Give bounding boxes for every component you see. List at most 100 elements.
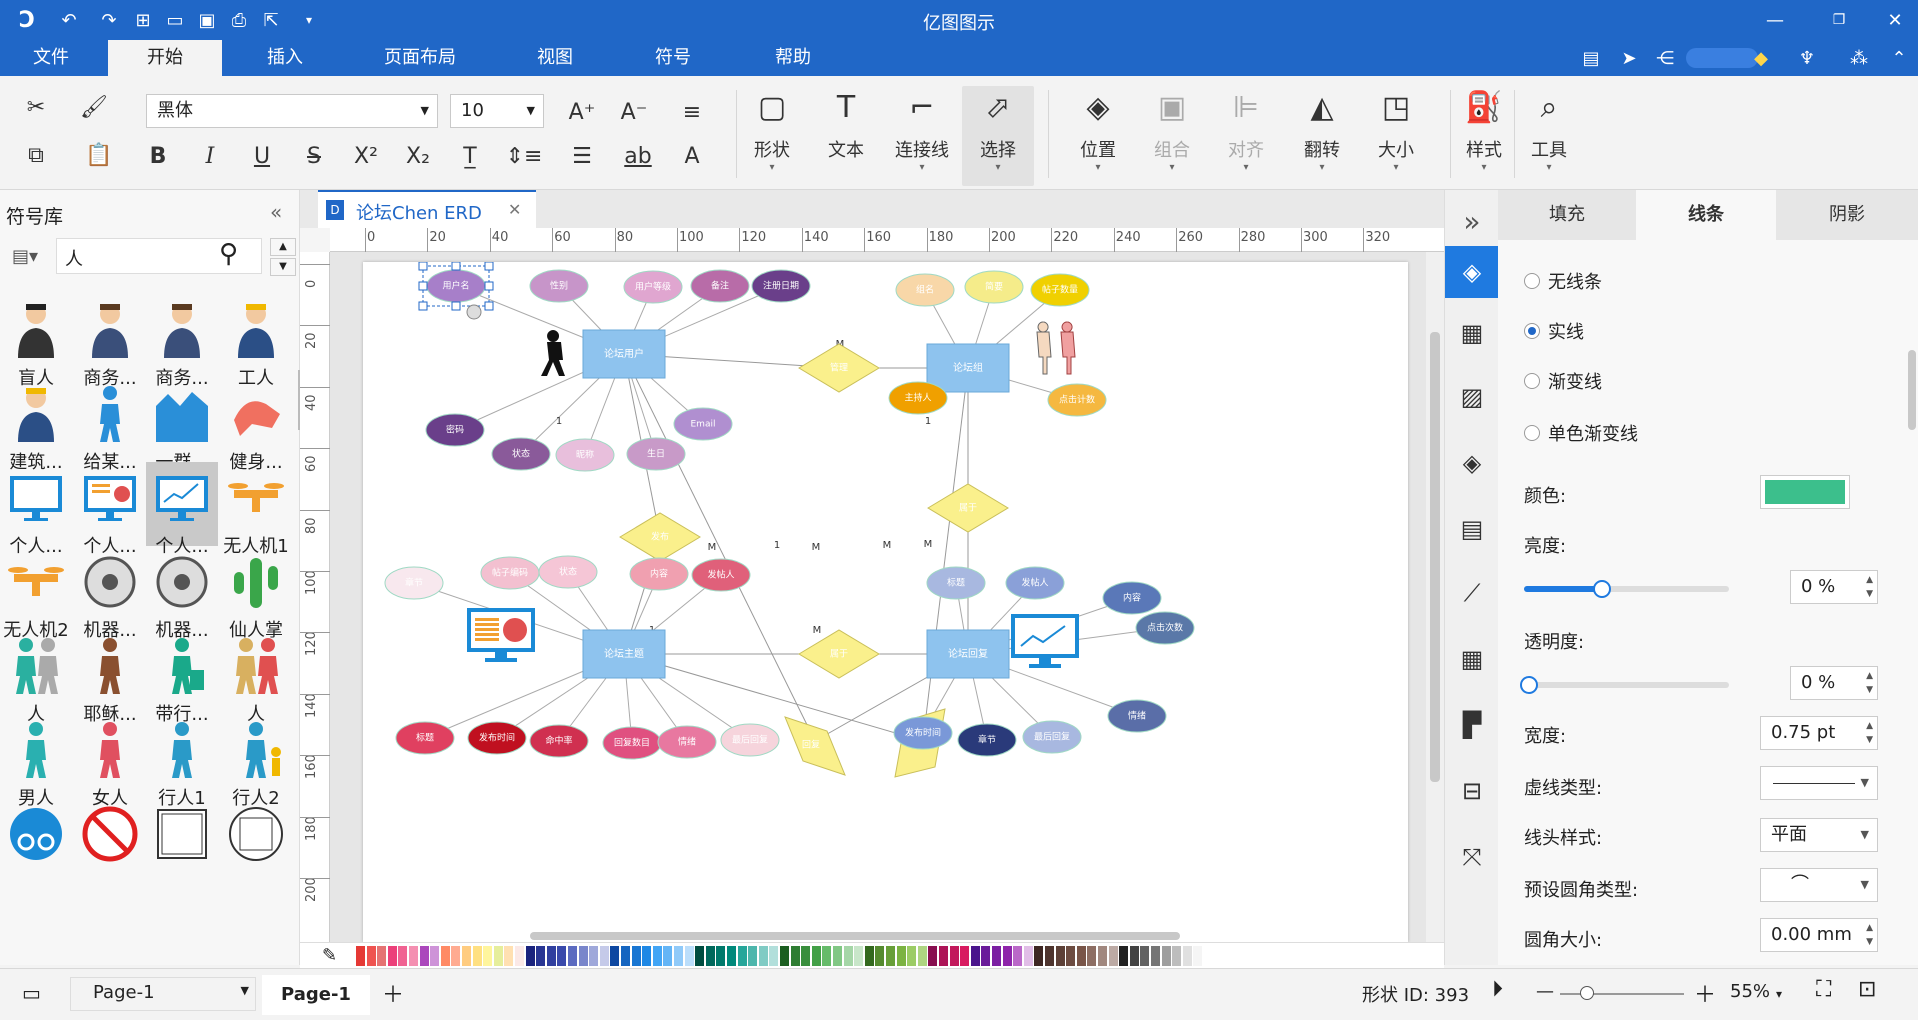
palette-swatch[interactable]	[737, 946, 747, 966]
symbol-worker[interactable]: 建筑...	[0, 378, 72, 473]
symbol-luggage[interactable]: 带行...	[146, 630, 218, 725]
cut-icon[interactable]: ✂	[16, 88, 56, 126]
symbol-robot[interactable]: 机器...	[146, 546, 218, 641]
palette-swatch[interactable]	[833, 946, 842, 966]
pen-icon[interactable]: ✎	[322, 945, 337, 966]
chart-icon[interactable]: ⟋	[1451, 572, 1493, 614]
symbol-couple[interactable]: 人	[0, 630, 72, 725]
resize-handle[interactable]	[418, 281, 428, 291]
menu-view[interactable]: 视图	[520, 40, 590, 76]
font-color-icon[interactable]: ab	[616, 138, 660, 174]
palette-swatch[interactable]	[716, 946, 726, 966]
palette-swatch[interactable]	[1108, 946, 1118, 966]
zoom-level[interactable]: 55%	[1730, 981, 1770, 1002]
search-icon[interactable]: ⚲	[219, 239, 238, 269]
radio-mono-gradient-line[interactable]: 单色渐变线	[1524, 420, 1638, 446]
transparency-input[interactable]: 0 % ▲ ▼	[1790, 666, 1878, 700]
tools-tool[interactable]: ⌕ 工具 ▾	[1514, 86, 1584, 186]
library-search-input[interactable]: 人 ⚲	[56, 238, 262, 274]
table-icon[interactable]: ▦	[1451, 638, 1493, 680]
erd-diagram[interactable]: 1M1M1MMM1M1M论坛用户论坛组论坛主题论坛回复管理发布属于回复发表属于用…	[363, 233, 1408, 942]
palette-swatch[interactable]	[1172, 946, 1182, 966]
palette-swatch[interactable]	[568, 946, 577, 966]
menu-home[interactable]: 开始	[108, 40, 222, 76]
vertical-ruler[interactable]: 0 20 40 60 80 100 120 140 160 180 200	[300, 252, 330, 942]
palette-swatch[interactable]	[387, 946, 397, 966]
palette-swatch[interactable]	[960, 946, 970, 966]
align-tool[interactable]: ⊫ 对齐 ▾	[1210, 86, 1282, 186]
menu-symbol[interactable]: 符号	[638, 40, 708, 76]
palette-swatch[interactable]	[1129, 946, 1139, 966]
palette-swatch[interactable]	[917, 946, 927, 966]
palette-swatch[interactable]	[642, 946, 652, 966]
palette-swatch[interactable]	[1087, 946, 1097, 966]
close-tab-icon[interactable]: ✕	[508, 200, 521, 219]
cap-style-select[interactable]: 平面 ▼	[1760, 818, 1878, 852]
symbol-monitor-line[interactable]: 个人...	[146, 462, 218, 557]
palette-swatch[interactable]	[875, 946, 885, 966]
apps-icon[interactable]: ⁂	[1846, 45, 1872, 71]
palette-swatch[interactable]	[843, 946, 853, 966]
palette-swatch[interactable]	[515, 946, 524, 966]
position-tool[interactable]: ◈ 位置 ▾	[1062, 86, 1134, 186]
palette-swatch[interactable]	[684, 946, 694, 966]
share-icon[interactable]: ⋲	[1652, 45, 1678, 71]
tab-fill[interactable]: 填充	[1498, 190, 1636, 240]
format-painter-icon[interactable]: 🖌	[74, 88, 114, 126]
palette-swatch[interactable]	[409, 946, 418, 966]
palette-swatch[interactable]	[705, 946, 715, 966]
symbol-couple2[interactable]: 人	[220, 630, 292, 725]
zoom-in-icon[interactable]: ＋	[1694, 977, 1716, 1009]
resize-handle[interactable]	[451, 261, 461, 271]
paste-icon[interactable]: 📋	[74, 136, 124, 174]
transparency-slider[interactable]	[1520, 676, 1729, 694]
flip-tool[interactable]: ◭ 翻转 ▾	[1286, 86, 1358, 186]
palette-swatch[interactable]	[652, 946, 662, 966]
expand-panel-icon[interactable]: »	[1451, 200, 1493, 242]
palette-swatch[interactable]	[504, 946, 514, 966]
select-tool[interactable]: ⬀ 选择 ▾	[962, 86, 1034, 186]
connection-point-icon[interactable]	[466, 304, 482, 320]
font-name-select[interactable]: 黑体 ▼	[146, 94, 438, 128]
menu-insert[interactable]: 插入	[250, 40, 320, 76]
resize-handle[interactable]	[484, 301, 494, 311]
symbol-monitor[interactable]: 个人...	[0, 462, 72, 557]
palette-swatch[interactable]	[462, 946, 471, 966]
bullet-list-icon[interactable]: ☰	[560, 138, 604, 174]
palette-swatch[interactable]	[822, 946, 832, 966]
symbol-bike-sign[interactable]	[0, 798, 72, 860]
palette-swatch[interactable]	[430, 946, 440, 966]
palette-swatch[interactable]	[546, 946, 556, 966]
palette-swatch[interactable]	[525, 946, 535, 966]
symbol-woman[interactable]: 女人	[74, 714, 146, 809]
zoom-out-icon[interactable]: —	[1536, 981, 1554, 1002]
add-page-icon[interactable]: ＋	[382, 977, 404, 1009]
symbol-person[interactable]: 盲人	[0, 294, 72, 389]
italic-icon[interactable]: I	[192, 138, 228, 174]
symbol-family[interactable]: 行人2	[220, 714, 292, 809]
palette-swatch[interactable]	[589, 946, 599, 966]
palette-swatch[interactable]	[621, 946, 630, 966]
symbol-jesus[interactable]: 耶稣...	[74, 630, 146, 725]
horizontal-scroll-thumb[interactable]	[530, 932, 1180, 940]
palette-swatch[interactable]	[695, 946, 705, 966]
palette-swatch[interactable]	[483, 946, 493, 966]
symbol-drone[interactable]: 无人机1	[220, 462, 292, 557]
underline-icon[interactable]: U	[244, 138, 280, 174]
palette-swatch[interactable]	[663, 946, 673, 966]
symbol-worker[interactable]: 工人	[220, 294, 292, 389]
palette-swatch[interactable]	[854, 946, 864, 966]
palette-swatch[interactable]	[1002, 946, 1012, 966]
palette-swatch[interactable]	[578, 946, 588, 966]
palette-swatch[interactable]	[886, 946, 895, 966]
font-grow-icon[interactable]: A⁺	[562, 94, 602, 130]
crop-icon[interactable]: ▛	[1451, 704, 1493, 746]
fullscreen-icon[interactable]: ⛶	[1816, 977, 1831, 1002]
page-select[interactable]: Page-1 ▼	[70, 977, 256, 1011]
palette-swatch[interactable]	[472, 946, 482, 966]
fit-icon[interactable]: ⤧	[1451, 836, 1493, 878]
palette-swatch[interactable]	[440, 946, 450, 966]
symbol-fitness[interactable]: 健身...	[220, 378, 292, 473]
layers-icon[interactable]: ◈	[1451, 442, 1493, 484]
symbol-man[interactable]: 男人	[0, 714, 72, 809]
